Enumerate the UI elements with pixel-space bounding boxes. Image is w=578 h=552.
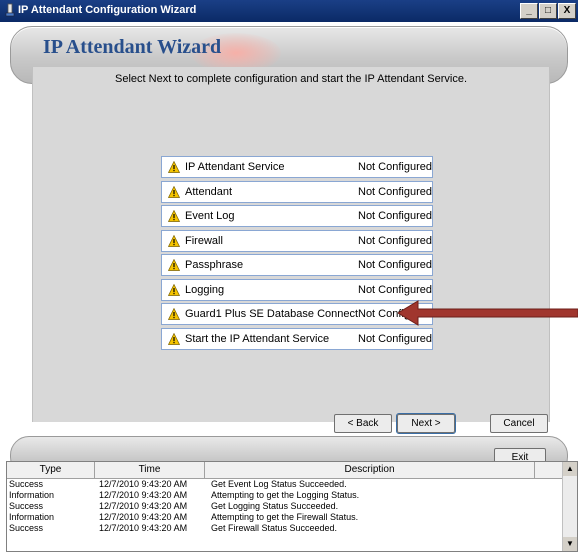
- status-name: Firewall: [185, 234, 223, 247]
- log-description: Attempting to get the Firewall Status.: [211, 512, 359, 522]
- status-row: Guard1 Plus SE Database Connection Not C…: [161, 303, 433, 325]
- status-row: IP Attendant Service Not Configured: [161, 156, 433, 178]
- status-name: Guard1 Plus SE Database Connection: [185, 308, 358, 320]
- back-button[interactable]: < Back: [334, 414, 392, 433]
- scroll-down-icon[interactable]: ▼: [563, 537, 577, 551]
- status-name: Passphrase: [185, 259, 244, 271]
- wizard-content-panel: Select Next to complete configuration an…: [32, 67, 550, 422]
- close-button[interactable]: X: [558, 3, 576, 19]
- status-value: Not Configured: [358, 234, 432, 247]
- log-row[interactable]: Information 12/7/2010 9:43:20 AM Attempt…: [7, 490, 577, 501]
- column-header-type[interactable]: Type: [7, 462, 95, 478]
- status-name: Logging: [185, 283, 225, 296]
- log-time: 12/7/2010 9:43:20 AM: [99, 490, 188, 500]
- window-title: IP Attendant Configuration Wizard: [18, 4, 197, 16]
- status-name: IP Attendant Service: [185, 161, 285, 173]
- log-row[interactable]: Success 12/7/2010 9:43:20 AM Get Firewal…: [7, 523, 577, 534]
- log-type: Success: [9, 523, 44, 533]
- status-name: Attendant: [185, 185, 233, 198]
- warning-icon: [168, 161, 180, 173]
- log-description: Get Firewall Status Succeeded.: [211, 523, 338, 533]
- status-value: Not Configured: [358, 210, 432, 222]
- log-row[interactable]: Success 12/7/2010 9:43:20 AM Get Logging…: [7, 501, 577, 512]
- log-time: 12/7/2010 9:43:20 AM: [99, 523, 188, 533]
- warning-icon: [168, 259, 180, 271]
- log-type: Information: [9, 512, 55, 522]
- log-row[interactable]: Success 12/7/2010 9:43:20 AM Get Event L…: [7, 479, 577, 490]
- minimize-button[interactable]: _: [520, 3, 538, 19]
- log-table[interactable]: Type Time Description Success 12/7/2010 …: [6, 461, 578, 552]
- column-header-time[interactable]: Time: [95, 462, 205, 478]
- wizard-frame: IP Attendant Wizard Select Next to compl…: [0, 22, 578, 476]
- status-value: Not Configured: [358, 259, 432, 271]
- status-row: Passphrase Not Configured: [161, 254, 433, 276]
- status-row: Logging Not Configured: [161, 278, 433, 301]
- warning-icon: [168, 234, 180, 247]
- next-button[interactable]: Next >: [396, 413, 456, 434]
- wizard-heading: IP Attendant Wizard: [43, 36, 222, 58]
- column-header-extra: [535, 462, 563, 478]
- annotation-arrow-icon: [398, 300, 578, 326]
- instruction-text: Select Next to complete configuration an…: [115, 73, 467, 85]
- status-row: Attendant Not Configured: [161, 180, 433, 203]
- log-type: Success: [9, 501, 44, 511]
- log-type: Information: [9, 490, 55, 500]
- log-header: Type Time Description: [7, 462, 577, 479]
- warning-icon: [168, 185, 180, 198]
- status-row: Firewall Not Configured: [161, 229, 433, 252]
- log-time: 12/7/2010 9:43:20 AM: [99, 479, 188, 489]
- log-scrollbar[interactable]: ▲ ▼: [562, 462, 577, 551]
- log-description: Attempting to get the Logging Status.: [211, 490, 360, 500]
- log-type: Success: [9, 479, 44, 489]
- log-description: Get Event Log Status Succeeded.: [211, 479, 347, 489]
- status-name: Event Log: [185, 210, 235, 222]
- warning-icon: [168, 210, 180, 222]
- status-row: Start the IP Attendant Service Not Confi…: [161, 327, 433, 350]
- warning-icon: [168, 308, 180, 320]
- log-description: Get Logging Status Succeeded.: [211, 501, 339, 511]
- log-time: 12/7/2010 9:43:20 AM: [99, 501, 188, 511]
- status-value: Not Configured: [358, 283, 432, 296]
- column-header-description[interactable]: Description: [205, 462, 535, 478]
- log-row[interactable]: Information 12/7/2010 9:43:20 AM Attempt…: [7, 512, 577, 523]
- status-row: Event Log Not Configured: [161, 205, 433, 227]
- warning-icon: [168, 283, 180, 296]
- cancel-button[interactable]: Cancel: [490, 414, 548, 433]
- scroll-up-icon[interactable]: ▲: [563, 462, 577, 476]
- status-list: IP Attendant Service Not Configured Atte…: [161, 156, 433, 352]
- log-time: 12/7/2010 9:43:20 AM: [99, 512, 188, 522]
- warning-icon: [168, 332, 180, 345]
- maximize-button[interactable]: □: [539, 3, 557, 19]
- status-value: Not Configured: [358, 185, 432, 198]
- status-value: Not Configured: [358, 161, 432, 173]
- status-value: Not Configured: [358, 332, 432, 345]
- window-title-bar[interactable]: IP Attendant Configuration Wizard _ □ X: [0, 0, 578, 22]
- app-icon: [5, 3, 15, 17]
- status-name: Start the IP Attendant Service: [185, 332, 330, 345]
